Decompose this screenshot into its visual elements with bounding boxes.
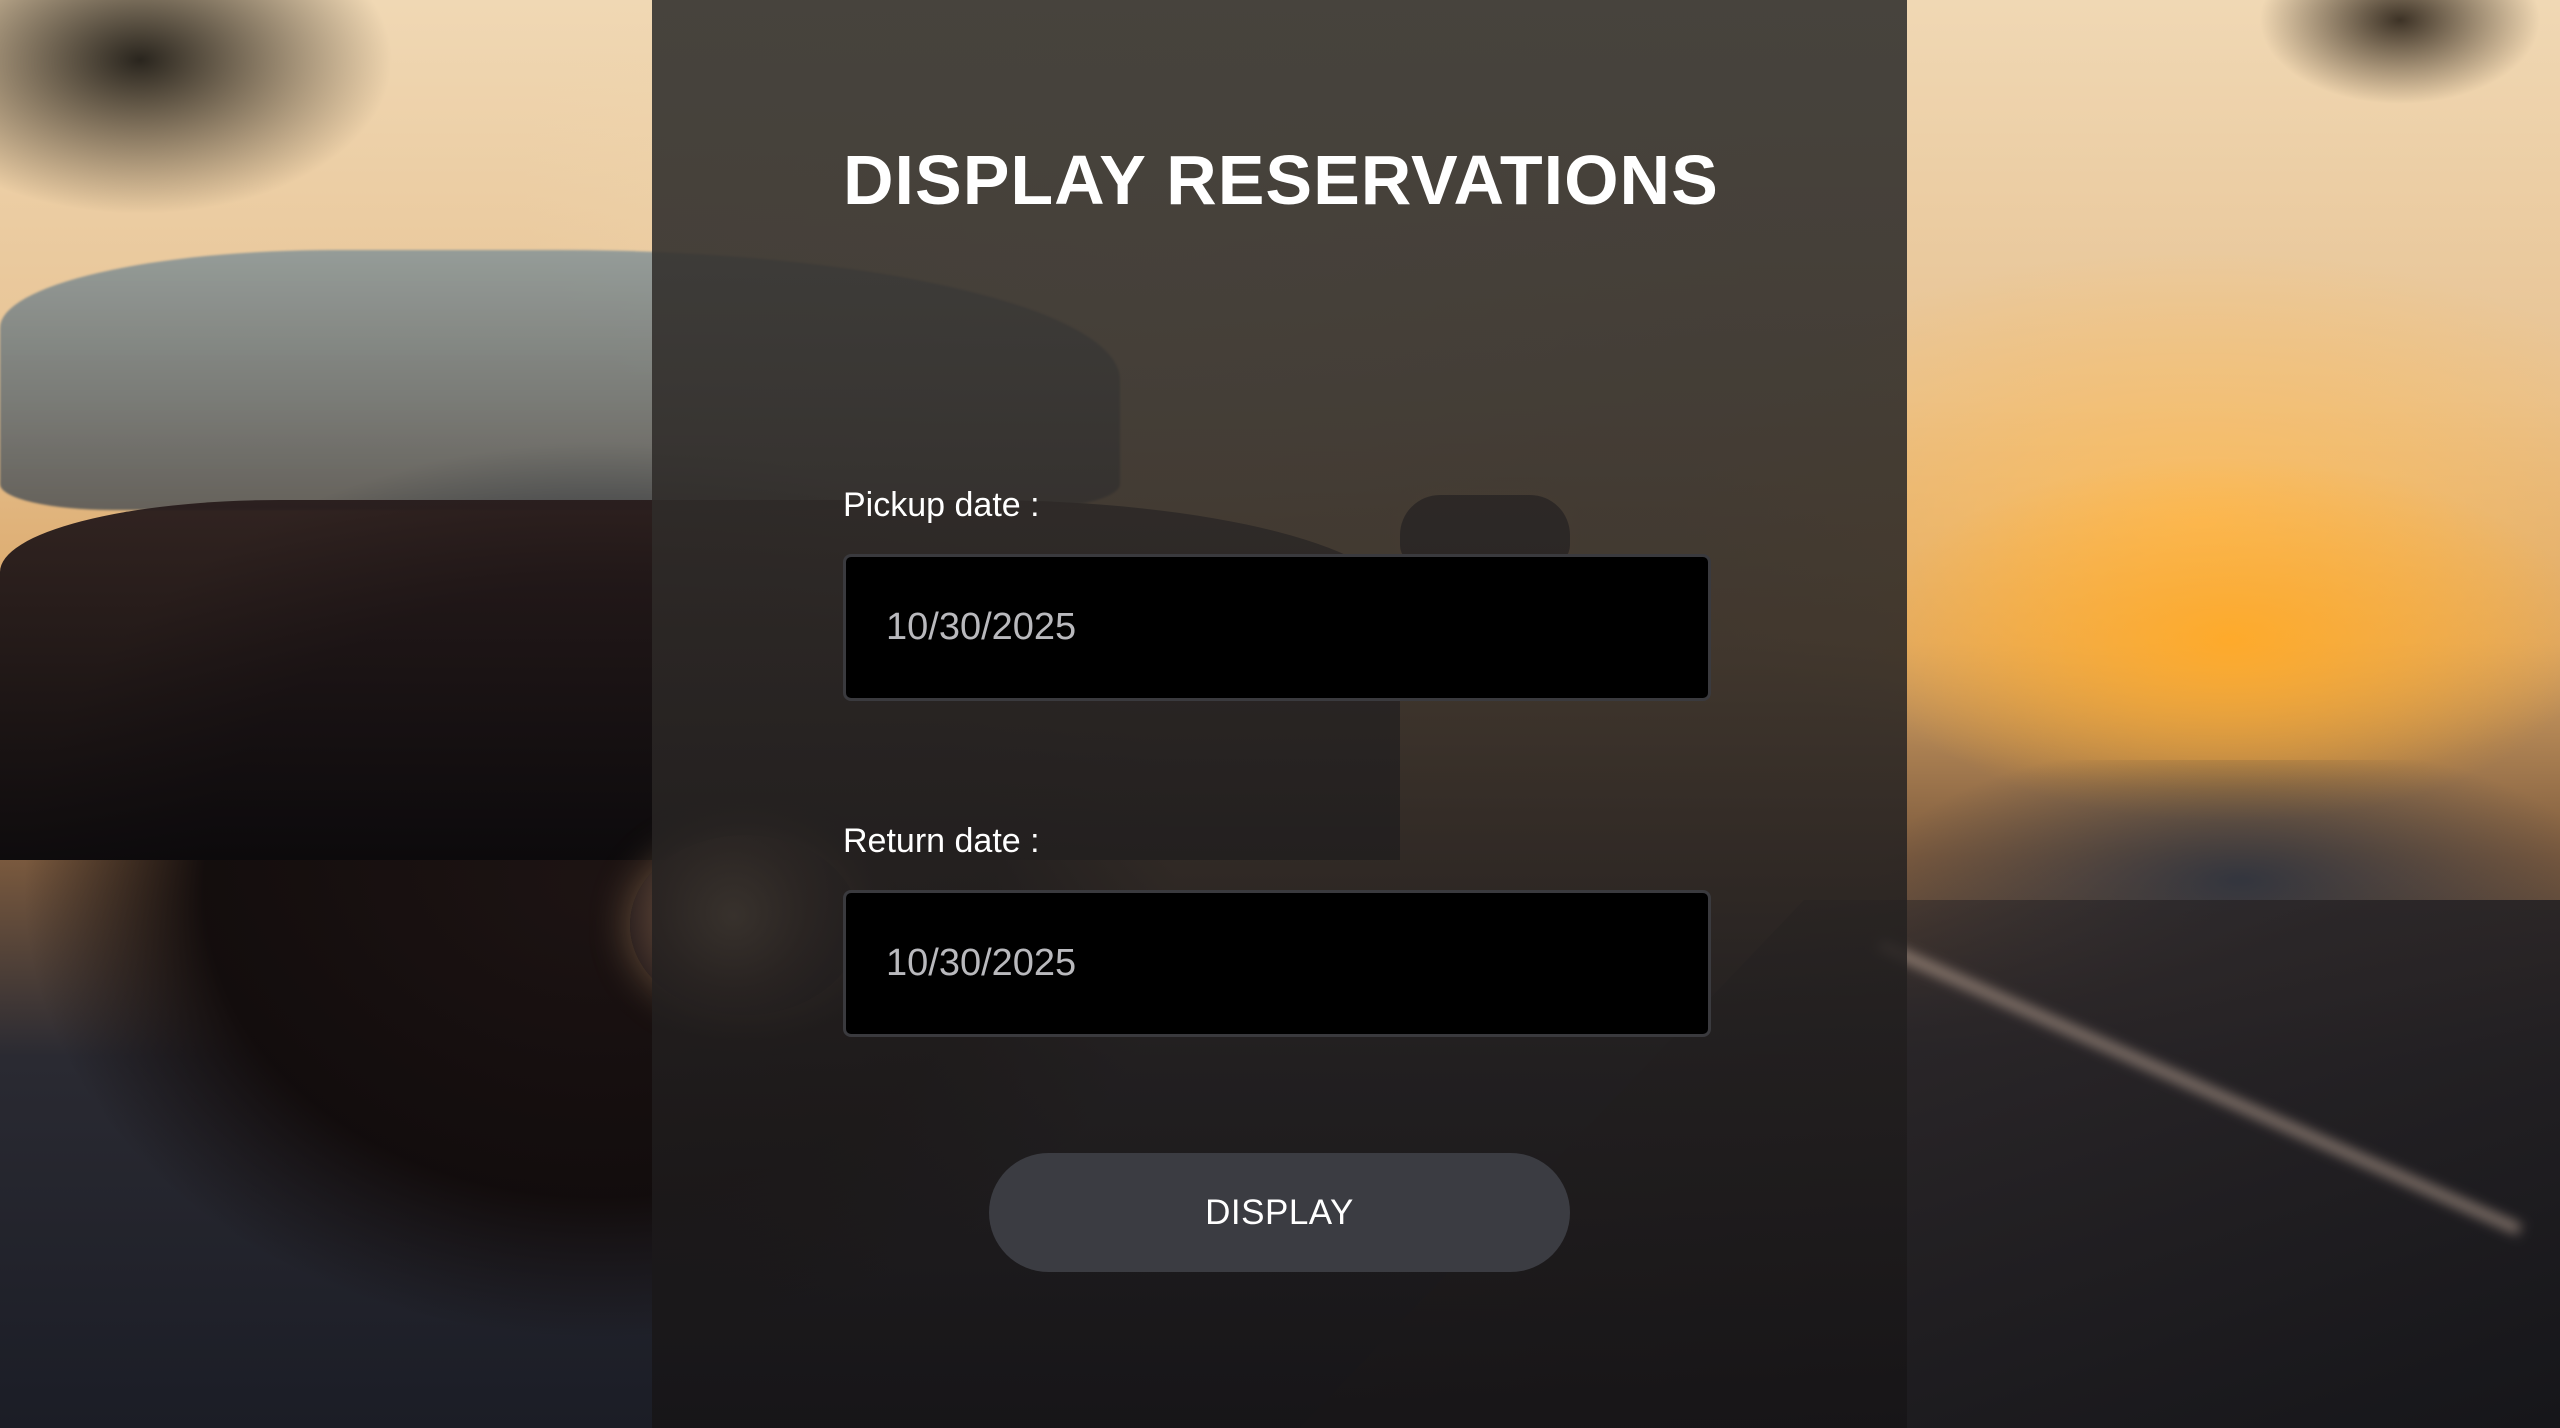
return-date-input[interactable]: [843, 890, 1711, 1037]
pickup-date-label: Pickup date :: [843, 486, 1040, 524]
display-button[interactable]: DISPLAY: [989, 1153, 1570, 1272]
page-title: DISPLAY RESERVATIONS: [843, 141, 1719, 219]
pickup-date-input[interactable]: [843, 554, 1711, 701]
background-trees-right: [2140, 0, 2560, 160]
return-date-label: Return date :: [843, 822, 1040, 860]
